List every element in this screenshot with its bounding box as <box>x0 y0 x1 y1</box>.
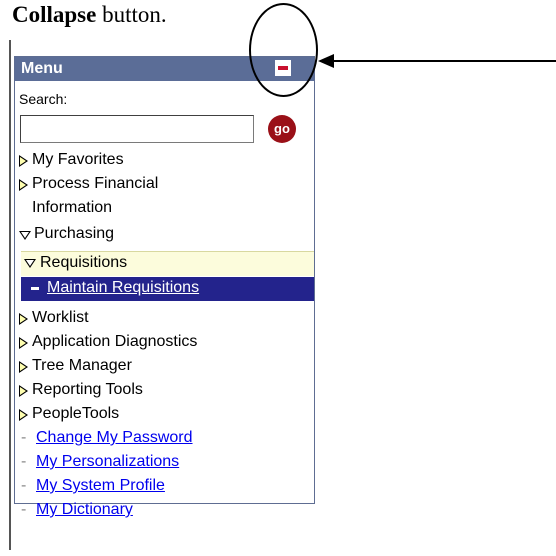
menu-item-label: Tree Manager <box>32 357 132 374</box>
menu-item-reporting-tools[interactable]: Reporting Tools <box>15 381 314 403</box>
menu-item-label-line2: Information <box>32 199 113 216</box>
menu-item-my-favorites[interactable]: My Favorites <box>15 151 314 173</box>
dash-bullet: - <box>21 429 27 446</box>
dash-bullet: - <box>21 453 27 470</box>
menu-item-label: Process Financial <box>32 175 159 192</box>
search-input[interactable] <box>20 115 254 143</box>
menu-item-label: Application Diagnostics <box>32 333 198 350</box>
triangle-right-icon <box>19 361 28 373</box>
triangle-right-icon <box>19 179 28 191</box>
menu-item-requisitions[interactable]: Requisitions <box>21 251 314 276</box>
menu-link-my-system-profile[interactable]: My System Profile <box>36 477 165 495</box>
triangle-down-icon <box>19 231 31 240</box>
menu-item-label: Worklist <box>32 309 89 326</box>
go-button[interactable]: go <box>268 115 296 143</box>
menu-item-link[interactable]: Maintain Requisitions <box>47 279 199 297</box>
callout-arrow-line <box>332 60 556 62</box>
dash-bullet: - <box>21 501 27 518</box>
triangle-down-icon <box>24 259 36 268</box>
menu-link-change-my-password[interactable]: Change My Password <box>36 429 193 447</box>
triangle-right-icon <box>19 313 28 325</box>
menu-item-purchasing[interactable]: Purchasing <box>15 225 314 247</box>
menu-item-label: My Favorites <box>32 151 124 168</box>
menu-item-label: Purchasing <box>34 225 115 242</box>
triangle-right-icon <box>19 337 28 349</box>
menu-item-peopletools[interactable]: PeopleTools <box>15 405 314 427</box>
caption-text: Collapse button. <box>12 2 167 28</box>
menu-item-my-personalizations: - My Personalizations <box>15 453 314 475</box>
menu-item-worklist[interactable]: Worklist <box>15 309 314 331</box>
menu-item-my-system-profile: - My System Profile <box>15 477 314 499</box>
menu-item-tree-manager[interactable]: Tree Manager <box>15 357 314 379</box>
menu-item-label: Reporting Tools <box>32 381 143 398</box>
menu-item-maintain-requisitions[interactable]: Maintain Requisitions <box>21 277 314 301</box>
menu-link-my-personalizations[interactable]: My Personalizations <box>36 453 179 471</box>
left-border-line <box>9 40 11 550</box>
bullet-icon <box>31 287 39 290</box>
dash-bullet: - <box>21 477 27 494</box>
menu-link-my-dictionary[interactable]: My Dictionary <box>36 501 133 519</box>
triangle-right-icon <box>19 155 28 167</box>
menu-item-process-financial-information[interactable]: Process Financial Information <box>15 175 314 223</box>
menu-panel: Menu Search: go My Favorites Process Fin… <box>14 56 315 518</box>
menu-title: Menu <box>21 60 63 77</box>
search-label: Search: <box>19 91 68 107</box>
callout-ellipse <box>249 3 318 97</box>
menu-item-label: PeopleTools <box>32 405 120 422</box>
caption-bold: Collapse <box>12 2 97 27</box>
menu-item-label: Requisitions <box>40 254 128 271</box>
caption-rest: button. <box>96 2 167 27</box>
triangle-right-icon <box>19 409 28 421</box>
menu-item-my-dictionary: - My Dictionary <box>15 501 314 523</box>
menu-item-application-diagnostics[interactable]: Application Diagnostics <box>15 333 314 355</box>
triangle-right-icon <box>19 385 28 397</box>
menu-item-change-my-password: - Change My Password <box>15 429 314 451</box>
